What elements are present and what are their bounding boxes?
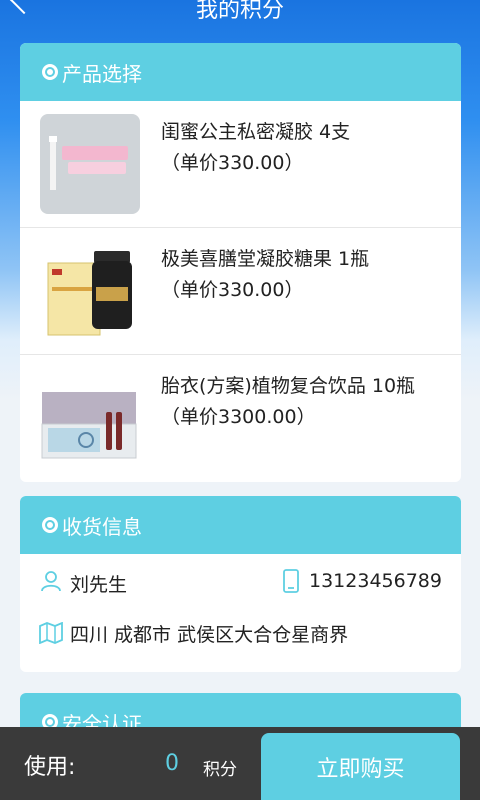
section-title: 产品选择: [62, 61, 142, 86]
recipient-address: 四川 成都市 武侯区大合仓星商界: [70, 624, 349, 646]
recipient-phone: 13123456789: [309, 570, 442, 592]
product-name: 闺蜜公主私密凝胶 4支: [161, 121, 351, 143]
points-unit: 积分: [203, 760, 237, 780]
product-item[interactable]: 闺蜜公主私密凝胶 4支 （单价330.00）: [20, 101, 461, 228]
product-item[interactable]: 胎衣(方案)植物复合饮品 10瓶 （单价3300.00）: [20, 355, 461, 482]
address-row[interactable]: 四川 成都市 武侯区大合仓星商界: [20, 610, 461, 660]
product-selection-header: 产品选择: [20, 43, 461, 101]
product-price: （单价330.00）: [161, 279, 304, 301]
bottom-bar: 使用: 0 积分 立即购买: [0, 727, 480, 800]
product-name: 极美喜膳堂凝胶糖果 1瓶: [161, 248, 370, 270]
product-image: [40, 114, 140, 214]
shipping-info-card: 收货信息 刘先生 13123456789 四川 成都市 武侯区大合仓星商界: [20, 496, 461, 672]
product-item[interactable]: 极美喜膳堂凝胶糖果 1瓶 （单价330.00）: [20, 228, 461, 355]
page-title: 我的积分: [195, 0, 284, 22]
points-input[interactable]: 0: [165, 751, 179, 776]
product-name: 胎衣(方案)植物复合饮品 10瓶: [161, 375, 416, 397]
buy-now-button[interactable]: 立即购买: [261, 733, 460, 800]
product-image: [40, 241, 140, 341]
shipping-info-header: 收货信息: [20, 496, 461, 554]
map-icon: [39, 622, 63, 644]
top-bar: 我的积分: [0, 0, 480, 22]
user-icon: [41, 571, 61, 592]
product-image: [40, 368, 140, 468]
section-title: 收货信息: [62, 514, 142, 539]
product-price: （单价3300.00）: [161, 406, 316, 428]
use-label: 使用:: [24, 755, 76, 780]
product-selection-card: 产品选择 闺蜜公主私密凝胶 4支 （单价330.00） 极美喜膳堂凝胶糖果 1瓶…: [20, 43, 461, 482]
product-price: （单价330.00）: [161, 152, 304, 174]
phone-icon: [283, 569, 299, 593]
section-bullet-icon: [42, 64, 58, 80]
contact-row[interactable]: 刘先生 13123456789: [20, 558, 461, 608]
recipient-name: 刘先生: [70, 574, 128, 596]
section-bullet-icon: [42, 517, 58, 533]
